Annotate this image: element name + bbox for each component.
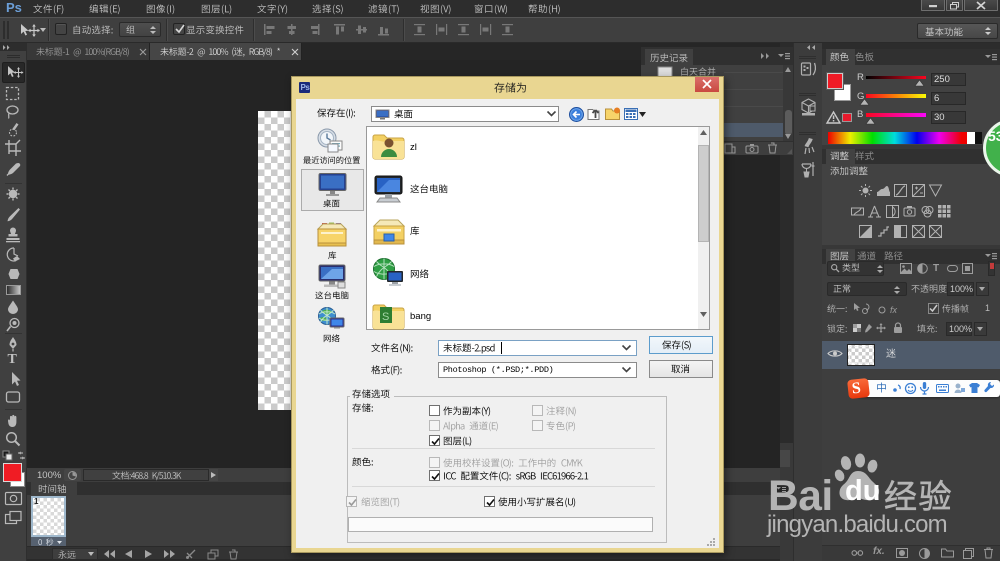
svg-text:fx: fx (890, 305, 898, 315)
svg-text:S: S (382, 311, 389, 323)
